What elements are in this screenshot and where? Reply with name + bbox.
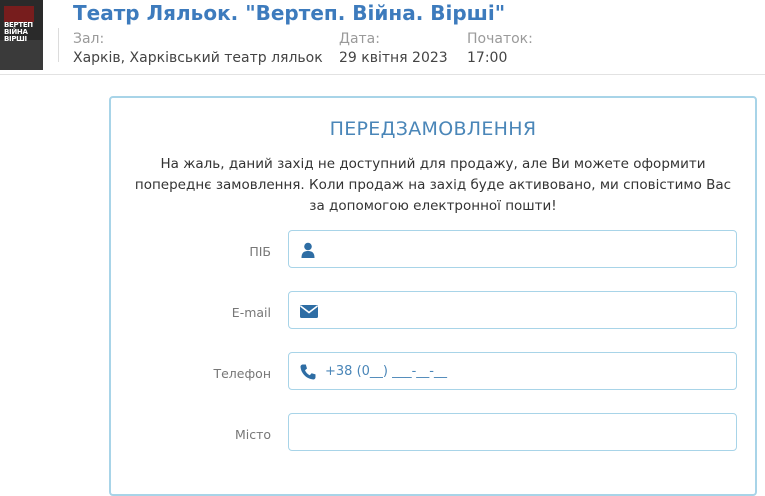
phone-icon — [299, 363, 317, 381]
hall-label: Зал: — [73, 31, 105, 47]
poster-text: ВЕРТЕП ВІЙНА ВІРШІ — [4, 21, 33, 43]
preorder-message: На жаль, даний захід не доступний для пр… — [134, 156, 732, 214]
user-icon — [299, 241, 317, 259]
event-title[interactable]: Театр Ляльок. "Вертеп. Війна. Вірші" — [73, 1, 505, 25]
phone-field[interactable] — [288, 352, 737, 390]
preorder-title: ПЕРЕДЗАМОВЛЕННЯ — [329, 118, 537, 140]
email-field[interactable] — [288, 291, 737, 329]
date-label: Дата: — [339, 31, 380, 47]
time-label: Початок: — [467, 31, 533, 47]
email-label: E-mail — [231, 305, 271, 320]
name-input[interactable] — [325, 231, 725, 267]
header-divider — [58, 28, 59, 62]
preorder-card: ПЕРЕДЗАМОВЛЕННЯ На жаль, даний захід не … — [109, 96, 757, 496]
email-input[interactable] — [325, 292, 725, 328]
name-field[interactable] — [288, 230, 737, 268]
phone-label: Телефон — [213, 366, 271, 381]
time-value: 17:00 — [467, 50, 508, 66]
date-value: 29 квітня 2023 — [339, 50, 448, 66]
city-input[interactable] — [301, 414, 701, 450]
hall-value: Харків, Харківський театр ляльок — [73, 50, 323, 66]
phone-input[interactable] — [325, 353, 725, 389]
city-label: Місто — [234, 427, 271, 442]
city-field[interactable] — [288, 413, 737, 451]
envelope-icon — [299, 302, 318, 320]
event-poster[interactable]: ВЕРТЕП ВІЙНА ВІРШІ — [0, 0, 43, 70]
event-header: ВЕРТЕП ВІЙНА ВІРШІ Театр Ляльок. "Вертеп… — [0, 0, 765, 75]
name-label: ПІБ — [249, 244, 271, 259]
